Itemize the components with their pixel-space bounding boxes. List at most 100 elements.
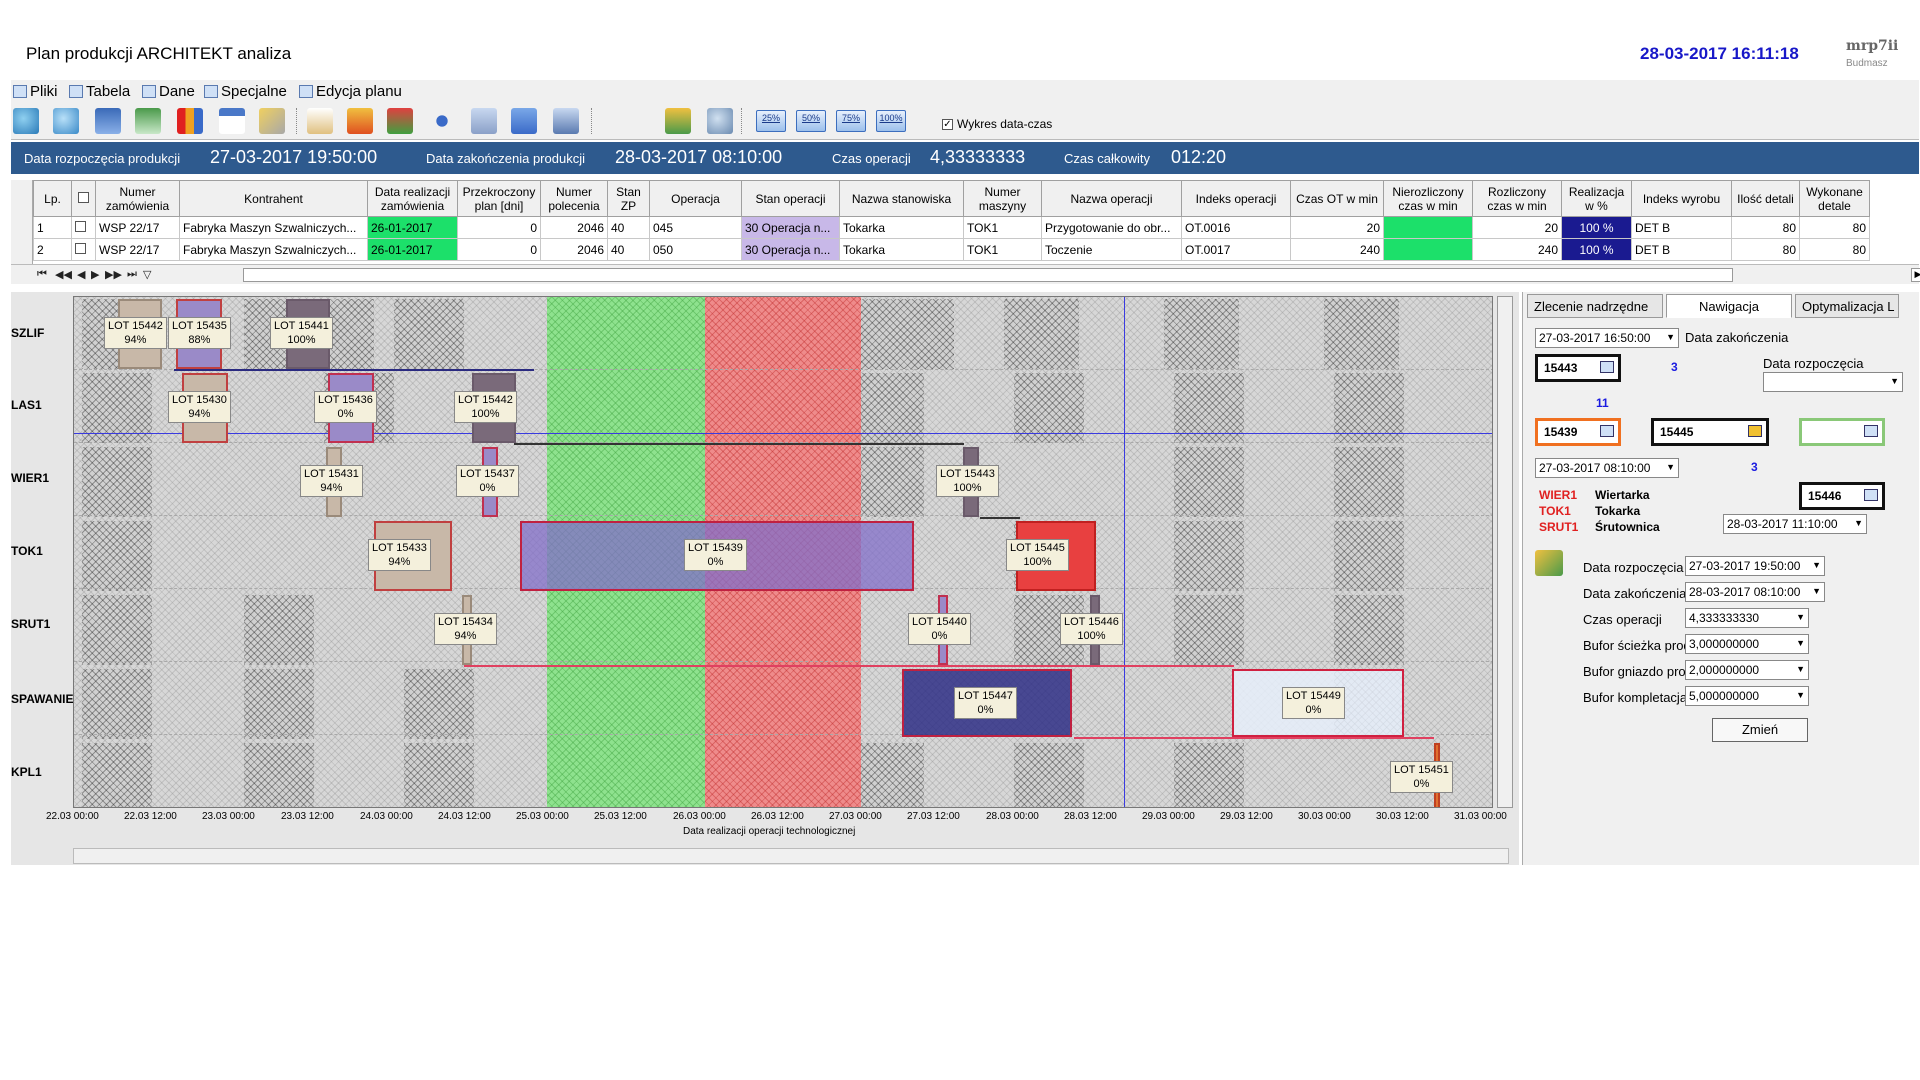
window-icon[interactable]: [95, 108, 121, 134]
lot-label[interactable]: LOT 15433 94%: [368, 539, 431, 571]
node-15446[interactable]: 15446: [1799, 482, 1885, 510]
lot-label[interactable]: LOT 15442 100%: [454, 391, 517, 423]
tab-parent-order[interactable]: Zlecenie nadrzędne: [1527, 294, 1663, 318]
col-operation[interactable]: Operacja: [649, 180, 742, 217]
zoom-25-button[interactable]: 25%: [756, 110, 786, 132]
gantt-plot[interactable]: LOT 15442 94% LOT 15435 88% LOT 15441 100% …: [73, 296, 1493, 808]
field-buffer-kit[interactable]: 5,000000000 ▼: [1685, 686, 1809, 706]
lot-label[interactable]: LOT 15440 0%: [908, 613, 971, 645]
col-contractor[interactable]: Kontrahent: [179, 180, 368, 217]
menu-specjalne[interactable]: Specjalne: [204, 83, 287, 100]
tab-optimization[interactable]: Optymalizacja L: [1795, 294, 1899, 318]
menu-pliki[interactable]: Pliki: [13, 83, 58, 100]
transfer-icon[interactable]: [665, 108, 691, 134]
scroll-right-icon[interactable]: ▶: [1911, 268, 1920, 282]
menu-tabela[interactable]: Tabela: [69, 83, 130, 100]
node-next[interactable]: [1799, 418, 1885, 446]
zoom-100-button[interactable]: 100%: [876, 110, 906, 132]
lot-label[interactable]: LOT 15441 100%: [270, 317, 333, 349]
lot-label[interactable]: LOT 15431 94%: [300, 465, 363, 497]
field-buffer-path[interactable]: 3,000000000 ▼: [1685, 634, 1809, 654]
lot-label[interactable]: LOT 15447 0%: [954, 687, 1017, 719]
row-checkbox[interactable]: [75, 242, 86, 254]
prev-page-icon[interactable]: ◀◀: [55, 268, 72, 281]
row-checkbox[interactable]: [75, 220, 86, 232]
col-unsettled-time[interactable]: Nierozliczony czas w min: [1383, 180, 1473, 217]
node-15439[interactable]: 15439: [1535, 418, 1621, 446]
move-up-icon[interactable]: [347, 108, 373, 134]
lot-label[interactable]: LOT 15451 0%: [1390, 761, 1453, 793]
lot-label[interactable]: LOT 15437 0%: [456, 465, 519, 497]
menu-edycja-planu[interactable]: Edycja planu: [299, 83, 402, 100]
field-start-date[interactable]: 27-03-2017 19:50:00 ▼: [1685, 556, 1825, 576]
next-page-icon[interactable]: ▶▶: [105, 268, 122, 281]
col-ot-time[interactable]: Czas OT w min: [1290, 180, 1384, 217]
lot-label[interactable]: LOT 15430 94%: [168, 391, 231, 423]
col-qty[interactable]: Ilość detali: [1731, 180, 1800, 217]
search-icon[interactable]: [707, 108, 733, 134]
lot-label[interactable]: LOT 15445 100%: [1006, 539, 1069, 571]
node-15443[interactable]: 15443: [1535, 354, 1621, 382]
lot-label[interactable]: LOT 15434 94%: [434, 613, 497, 645]
lot-label[interactable]: LOT 15436 0%: [314, 391, 377, 423]
schedule-icon[interactable]: [471, 108, 497, 134]
undo-icon[interactable]: [511, 108, 537, 134]
menu-dane[interactable]: Dane: [142, 83, 195, 100]
last-record-icon[interactable]: ⏭: [127, 268, 137, 281]
lot-label[interactable]: LOT 15446 100%: [1060, 613, 1123, 645]
field-op-time[interactable]: 4,333333330 ▼: [1685, 608, 1809, 628]
tab-navigation[interactable]: Nawigacja: [1666, 294, 1792, 318]
bar-chart-icon[interactable]: [177, 108, 203, 134]
grid-horizontal-scrollbar[interactable]: [243, 268, 1733, 282]
col-settled-time[interactable]: Rozliczony czas w min: [1472, 180, 1562, 217]
node-15445[interactable]: 15445: [1651, 418, 1769, 446]
select-all-checkbox[interactable]: [78, 191, 89, 203]
col-product-index[interactable]: Indeks wyrobu: [1631, 180, 1732, 217]
col-lp[interactable]: Lp.: [33, 180, 72, 217]
lot-label[interactable]: LOT 15435 88%: [168, 317, 231, 349]
col-check[interactable]: [71, 180, 96, 217]
field-buffer-nest[interactable]: 2,000000000 ▼: [1685, 660, 1809, 680]
tag-icon[interactable]: [259, 108, 285, 134]
col-operation-index[interactable]: Indeks operacji: [1181, 180, 1291, 217]
checklist-icon[interactable]: [307, 108, 333, 134]
gantt-horizontal-scrollbar[interactable]: [73, 848, 1509, 864]
end-date-dropdown[interactable]: 27-03-2017 16:50:00 ▼: [1535, 328, 1679, 348]
col-realization[interactable]: Realizacja w %: [1561, 180, 1632, 217]
lot-label[interactable]: LOT 15439 0%: [684, 539, 747, 571]
lot-label[interactable]: LOT 15442 94%: [104, 317, 167, 349]
grid-view-icon[interactable]: [135, 108, 161, 134]
zoom-75-button[interactable]: 75%: [836, 110, 866, 132]
col-machine-number[interactable]: Numer maszyny: [963, 180, 1042, 217]
table-row[interactable]: 1 WSP 22/17 Fabryka Maszyn Szwalniczych.…: [33, 216, 1870, 239]
col-operation-name[interactable]: Nazwa operacji: [1041, 180, 1182, 217]
save-table-icon[interactable]: [553, 108, 579, 134]
col-operation-state[interactable]: Stan operacji: [741, 180, 840, 217]
next-record-icon[interactable]: ▶: [91, 268, 99, 281]
scissors-icon[interactable]: [429, 108, 455, 134]
col-plan-overrun[interactable]: Przekroczony plan [dni]: [457, 180, 541, 217]
calendar-icon[interactable]: [219, 108, 245, 134]
col-command-number[interactable]: Numer polecenia: [540, 180, 608, 217]
start-date-dropdown[interactable]: ▼: [1763, 372, 1903, 392]
zoom-out-icon[interactable]: [53, 108, 79, 134]
col-zp-state[interactable]: Stan ZP: [607, 180, 650, 217]
col-workstation[interactable]: Nazwa stanowiska: [839, 180, 964, 217]
table-row[interactable]: 2 WSP 22/17 Fabryka Maszyn Szwalniczych.…: [33, 238, 1870, 261]
lot-label[interactable]: LOT 15449 0%: [1282, 687, 1345, 719]
mid-date-dropdown[interactable]: 27-03-2017 08:10:00 ▼: [1535, 458, 1679, 478]
right-date-dropdown[interactable]: 28-03-2017 11:10:00 ▼: [1723, 514, 1867, 534]
chart-datetime-toggle[interactable]: ✓ Wykres data-czas: [942, 117, 1052, 131]
chart-datetime-checkbox[interactable]: ✓: [942, 118, 953, 130]
field-end-date[interactable]: 28-03-2017 08:10:00 ▼: [1685, 582, 1825, 602]
zoom-50-button[interactable]: 50%: [796, 110, 826, 132]
col-order-date[interactable]: Data realizacji zamówienia: [367, 180, 458, 217]
col-done[interactable]: Wykonane detale: [1799, 180, 1870, 217]
lot-label[interactable]: LOT 15443 100%: [936, 465, 999, 497]
prev-record-icon[interactable]: ◀: [77, 268, 85, 281]
zoom-in-icon[interactable]: [13, 108, 39, 134]
gantt-vertical-scrollbar[interactable]: [1497, 296, 1513, 808]
first-record-icon[interactable]: ⏮: [37, 268, 47, 281]
filter-icon[interactable]: ▽: [143, 268, 151, 281]
move-down-icon[interactable]: [387, 108, 413, 134]
